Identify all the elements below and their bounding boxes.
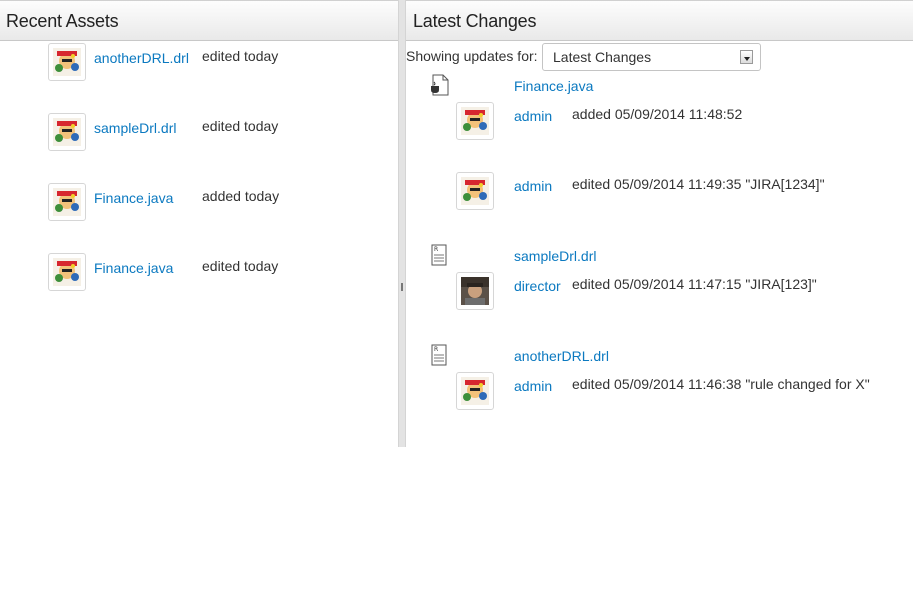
user-avatar (48, 183, 86, 221)
change-user-link[interactable]: admin (514, 378, 552, 394)
svg-text:R: R (434, 246, 438, 253)
user-avatar (48, 253, 86, 291)
change-user-link[interactable]: admin (514, 108, 552, 124)
rule-file-icon: R (430, 244, 450, 266)
latest-changes-header: Latest Changes (406, 1, 913, 41)
svg-text:R: R (434, 346, 438, 353)
user-avatar (456, 272, 494, 310)
recent-assets-header: Recent Assets (0, 1, 398, 41)
list-item: anotherDRL.drl edited today (0, 43, 398, 103)
asset-link[interactable]: sampleDrl.drl (94, 120, 176, 136)
recent-assets-title: Recent Assets (6, 11, 119, 31)
asset-status: edited today (202, 118, 279, 134)
change-description: edited 05/09/2014 11:49:35 "JIRA[1234]" (572, 176, 825, 192)
user-avatar (456, 372, 494, 410)
asset-status: edited today (202, 258, 279, 274)
latest-changes-title: Latest Changes (413, 11, 537, 31)
updates-filter-select[interactable]: Latest Changes (542, 43, 761, 71)
dropdown-arrow-icon (740, 50, 753, 64)
change-user-link[interactable]: admin (514, 178, 552, 194)
user-avatar (48, 43, 86, 81)
splitter-grip-icon (401, 283, 403, 291)
asset-link[interactable]: Finance.java (94, 190, 173, 206)
user-avatar (456, 102, 494, 140)
change-description: added 05/09/2014 11:48:52 (572, 106, 743, 122)
rule-file-icon: R (430, 344, 450, 366)
changed-file-link[interactable]: Finance.java (514, 78, 593, 94)
list-item: sampleDrl.drl edited today (0, 113, 398, 173)
changed-file-link[interactable]: sampleDrl.drl (514, 248, 596, 264)
panel-splitter[interactable] (398, 0, 406, 447)
asset-status: added today (202, 188, 280, 204)
showing-updates-label: Showing updates for: (406, 48, 538, 64)
changed-file-link[interactable]: anotherDRL.drl (514, 348, 609, 364)
user-avatar (48, 113, 86, 151)
page-root: Recent Assets anotherDRL.drl edited toda… (0, 0, 913, 615)
user-avatar (456, 172, 494, 210)
updates-filter-value: Latest Changes (553, 49, 652, 65)
asset-link[interactable]: Finance.java (94, 260, 173, 276)
java-file-icon (430, 74, 450, 96)
change-description: edited 05/09/2014 11:46:38 "rule changed… (572, 376, 870, 392)
list-item: Finance.java edited today (0, 253, 398, 313)
list-item: Finance.java added today (0, 183, 398, 243)
change-description: edited 05/09/2014 11:47:15 "JIRA[123]" (572, 276, 817, 292)
asset-link[interactable]: anotherDRL.drl (94, 50, 189, 66)
recent-assets-panel: Recent Assets anotherDRL.drl edited toda… (0, 0, 398, 448)
change-user-link[interactable]: director (514, 278, 561, 294)
asset-status: edited today (202, 48, 279, 64)
